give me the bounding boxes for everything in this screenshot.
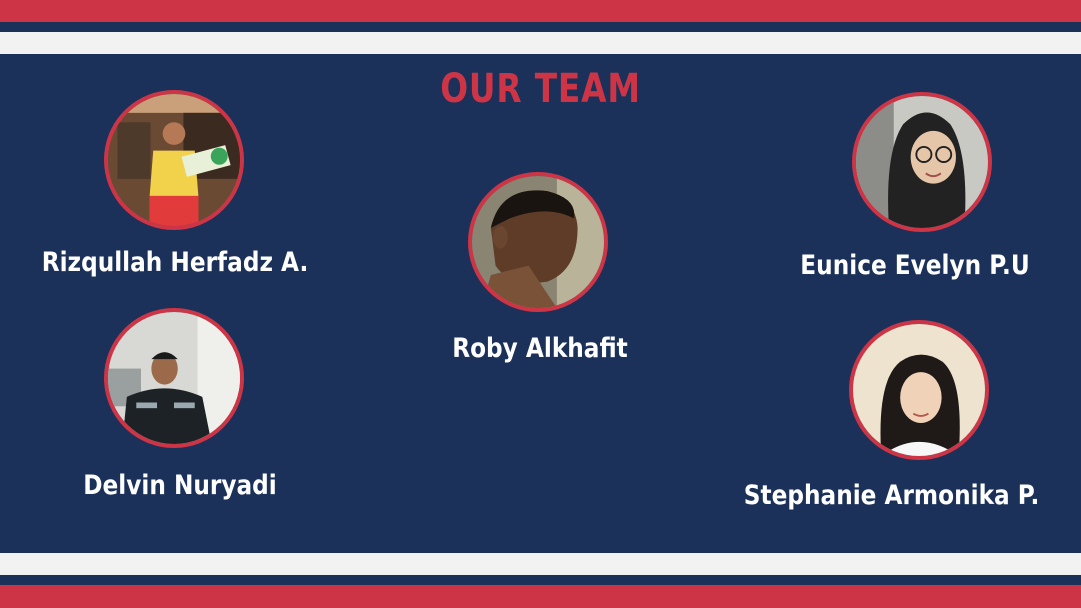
bottom-navy-stripe bbox=[0, 575, 1081, 585]
member-name-stephanie: Stephanie Armonika P. bbox=[743, 480, 1040, 511]
member-name-roby: Roby Alkhafit bbox=[452, 333, 628, 364]
bottom-white-stripe bbox=[0, 553, 1081, 575]
member-photo-rizqullah bbox=[104, 90, 244, 230]
bottom-red-stripe bbox=[0, 585, 1081, 608]
member-photo-stephanie bbox=[849, 320, 989, 460]
member-photo-roby bbox=[468, 172, 608, 312]
member-name-delvin: Delvin Nuryadi bbox=[83, 470, 277, 501]
top-navy-stripe bbox=[0, 22, 1081, 32]
member-name-rizqullah: Rizqullah Herfadz A. bbox=[41, 247, 309, 278]
slide-title: OUR TEAM bbox=[440, 66, 641, 112]
top-white-stripe bbox=[0, 32, 1081, 54]
member-photo-delvin bbox=[104, 308, 244, 448]
member-photo-eunice bbox=[852, 92, 992, 232]
member-name-eunice: Eunice Evelyn P.U bbox=[800, 250, 1030, 281]
top-red-stripe bbox=[0, 0, 1081, 22]
